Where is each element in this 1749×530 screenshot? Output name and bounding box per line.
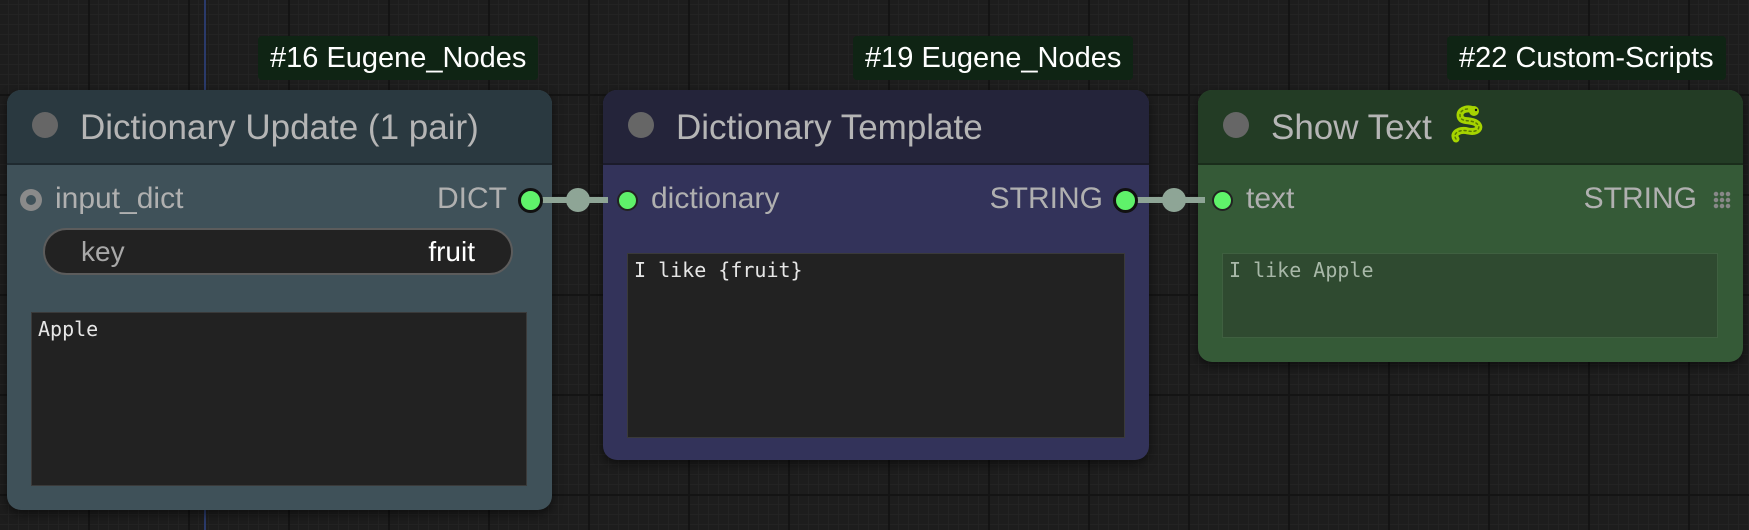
node-title: Dictionary Update (1 pair)	[80, 108, 479, 147]
output-textarea: I like Apple	[1222, 253, 1718, 338]
node-title: Dictionary Template	[676, 108, 983, 147]
key-widget[interactable]: key fruit	[43, 228, 513, 275]
node-title-bar[interactable]: Dictionary Template	[603, 90, 1149, 165]
input-label: text	[1246, 182, 1295, 215]
output-slot-string[interactable]	[1113, 188, 1138, 213]
output-slot-dict[interactable]	[518, 188, 543, 213]
link-midpoint[interactable]	[1162, 188, 1186, 212]
node-badge-19: #19 Eugene_Nodes	[853, 36, 1134, 80]
node-badge-22: #22 Custom-Scripts	[1447, 36, 1726, 80]
input-slot[interactable]	[1212, 190, 1233, 211]
snake-icon	[1451, 105, 1483, 143]
input-label: input_dict	[55, 182, 184, 215]
grid-icon[interactable]	[1713, 191, 1731, 209]
template-textarea[interactable]: I like {fruit}	[627, 253, 1125, 438]
widget-name: key	[81, 236, 125, 267]
link-midpoint[interactable]	[566, 188, 590, 212]
output-label: DICT	[437, 182, 507, 215]
output-label: STRING	[1583, 182, 1697, 215]
collapse-dot[interactable]	[628, 112, 654, 138]
value-textarea[interactable]: Apple	[31, 312, 527, 486]
dictionary-template-node[interactable]: Dictionary Template dictionary STRING I …	[603, 90, 1149, 460]
input-slot-empty[interactable]	[20, 189, 42, 211]
collapse-dot[interactable]	[32, 112, 58, 138]
widget-value: fruit	[428, 236, 475, 267]
dictionary-update-node[interactable]: Dictionary Update (1 pair) input_dict DI…	[7, 90, 552, 510]
node-title: Show Text	[1271, 108, 1432, 147]
collapse-dot[interactable]	[1223, 112, 1249, 138]
input-slot[interactable]	[617, 190, 638, 211]
node-title-bar[interactable]: Dictionary Update (1 pair)	[7, 90, 552, 165]
node-badge-16: #16 Eugene_Nodes	[258, 36, 539, 80]
input-label: dictionary	[651, 182, 780, 215]
output-label: STRING	[989, 182, 1103, 215]
